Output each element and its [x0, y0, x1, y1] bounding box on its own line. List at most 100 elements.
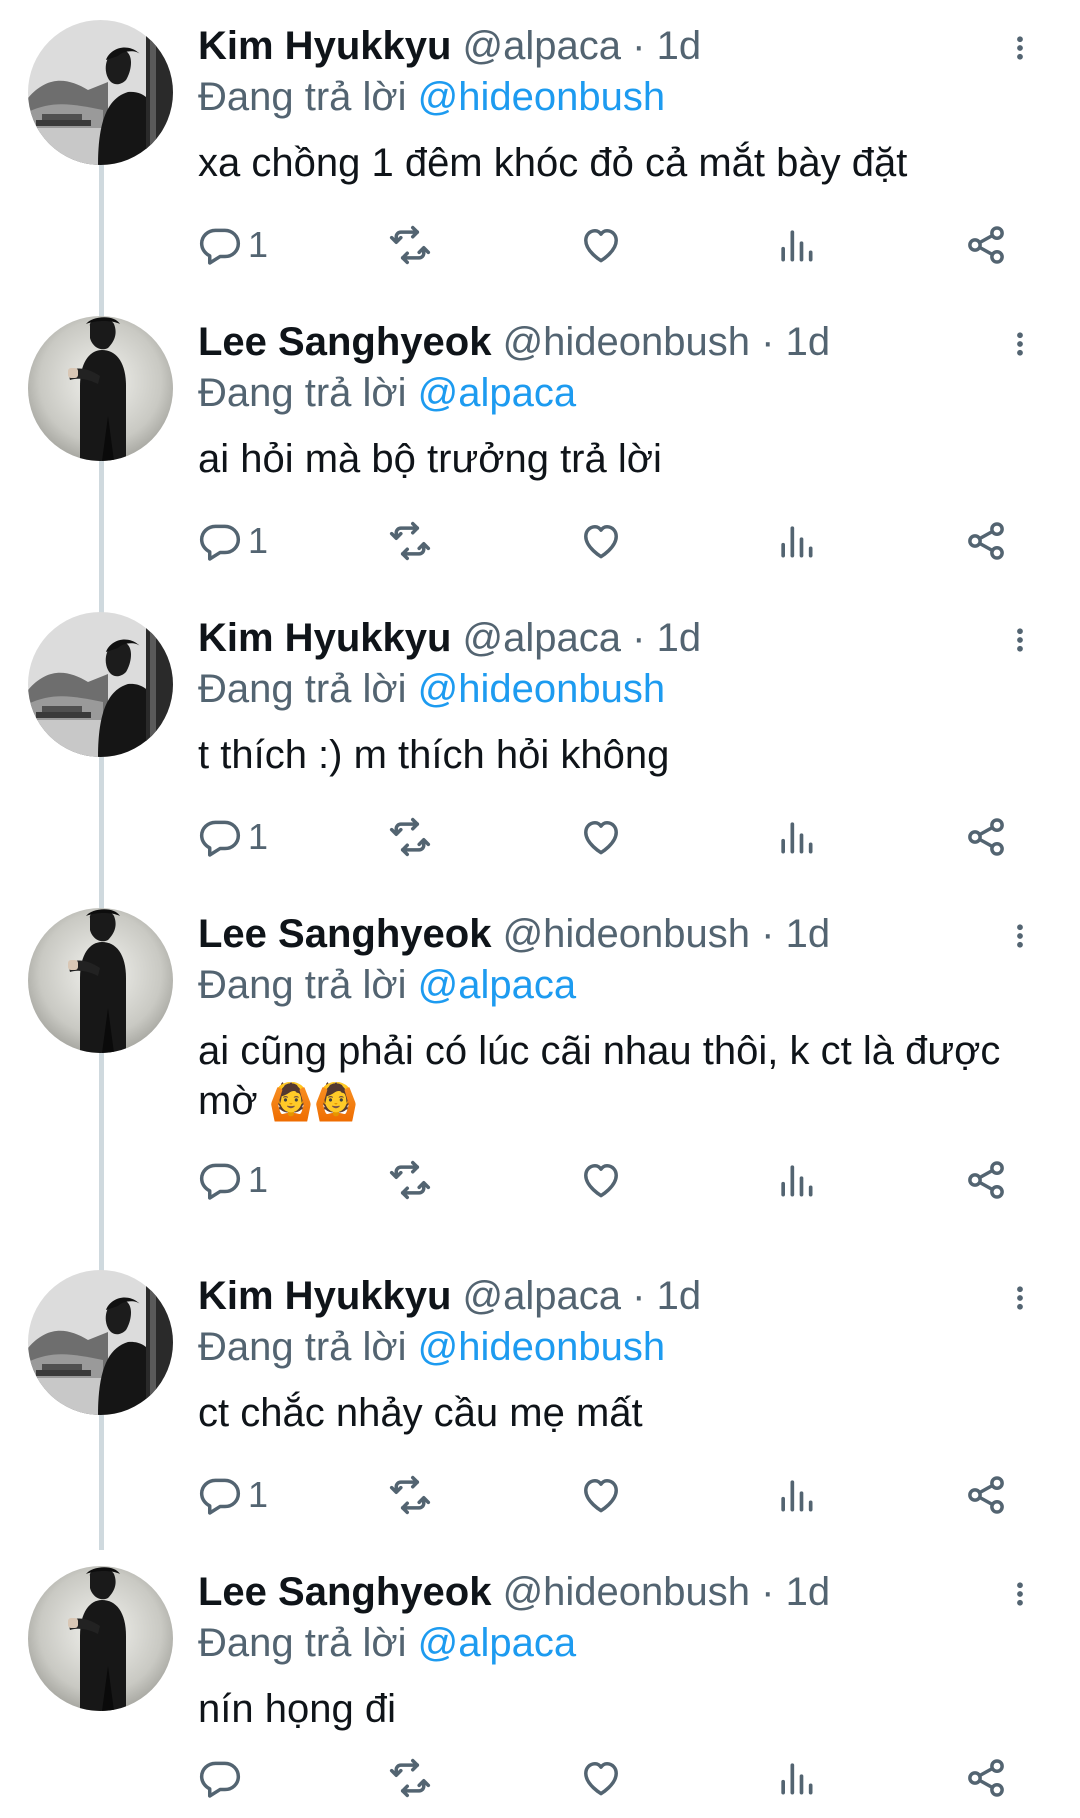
retweet-button[interactable] [388, 1748, 432, 1808]
replying-to-label: Đang trả lời [198, 667, 407, 711]
action-bar: 1 [198, 1465, 1018, 1525]
separator: · [761, 320, 775, 364]
share-button[interactable] [964, 215, 1008, 275]
replying-to-label: Đang trả lời [198, 1325, 407, 1369]
like-button[interactable] [579, 511, 623, 571]
reply-button[interactable]: 1 [198, 1465, 268, 1525]
separator: · [632, 24, 646, 68]
like-button[interactable] [579, 807, 623, 867]
retweet-icon [388, 223, 432, 267]
replying-to: Đang trả lời @hideonbush [198, 73, 665, 121]
user-handle[interactable]: @alpaca [463, 24, 621, 68]
share-button[interactable] [964, 807, 1008, 867]
share-button[interactable] [964, 1150, 1008, 1210]
share-button[interactable] [964, 511, 1008, 571]
views-chart-icon [774, 815, 818, 859]
tweet[interactable]: Kim Hyukkyu @alpaca · 1d Đang trả lời @h… [0, 1250, 1080, 1546]
more-options-button[interactable] [1005, 1276, 1035, 1320]
display-name[interactable]: Lee Sanghyeok [198, 912, 491, 956]
retweet-button[interactable] [388, 1150, 432, 1210]
heart-icon [579, 1756, 623, 1800]
more-options-button[interactable] [1005, 322, 1035, 366]
more-vertical-icon [1005, 322, 1035, 366]
tweet[interactable]: Lee Sanghyeok @hideonbush · 1d Đang trả … [0, 296, 1080, 592]
mention-link[interactable]: @alpaca [418, 1621, 576, 1665]
more-options-button[interactable] [1005, 26, 1035, 70]
replying-to-label: Đang trả lời [198, 963, 407, 1007]
retweet-button[interactable] [388, 1465, 432, 1525]
user-handle[interactable]: @alpaca [463, 1274, 621, 1318]
like-button[interactable] [579, 1748, 623, 1808]
share-button[interactable] [964, 1748, 1008, 1808]
user-handle[interactable]: @hideonbush [503, 1570, 750, 1614]
reply-button[interactable] [198, 1748, 248, 1808]
retweet-button[interactable] [388, 807, 432, 867]
tweet-header: Lee Sanghyeok @hideonbush · 1d [198, 1568, 830, 1616]
mention-link[interactable]: @alpaca [418, 371, 576, 415]
share-icon [964, 1473, 1008, 1517]
retweet-button[interactable] [388, 511, 432, 571]
views-button[interactable] [774, 1465, 818, 1525]
display-name[interactable]: Kim Hyukkyu [198, 24, 451, 68]
timestamp[interactable]: 1d [657, 24, 702, 68]
user-handle[interactable]: @hideonbush [503, 912, 750, 956]
user-handle[interactable]: @hideonbush [503, 320, 750, 364]
tweet-header: Kim Hyukkyu @alpaca · 1d [198, 1272, 701, 1320]
tweet[interactable]: Kim Hyukkyu @alpaca · 1d Đang trả lời @h… [0, 592, 1080, 888]
timestamp[interactable]: 1d [657, 1274, 702, 1318]
views-button[interactable] [774, 1150, 818, 1210]
avatar[interactable] [28, 908, 173, 1053]
avatar[interactable] [28, 316, 173, 461]
timestamp[interactable]: 1d [786, 320, 831, 364]
views-button[interactable] [774, 1748, 818, 1808]
mention-link[interactable]: @alpaca [418, 963, 576, 1007]
retweet-button[interactable] [388, 215, 432, 275]
share-icon [964, 223, 1008, 267]
timestamp[interactable]: 1d [786, 1570, 831, 1614]
display-name[interactable]: Lee Sanghyeok [198, 320, 491, 364]
avatar[interactable] [28, 1566, 173, 1711]
more-vertical-icon [1005, 1276, 1035, 1320]
action-bar: 1 [198, 215, 1018, 275]
mention-link[interactable]: @hideonbush [418, 75, 665, 119]
retweet-icon [388, 1756, 432, 1800]
more-options-button[interactable] [1005, 618, 1035, 662]
tweet-text: ct chắc nhảy cầu mẹ mất [198, 1391, 643, 1435]
tweet[interactable]: Lee Sanghyeok @hideonbush · 1d Đang trả … [0, 1546, 1080, 1818]
user-handle[interactable]: @alpaca [463, 616, 621, 660]
mention-link[interactable]: @hideonbush [418, 1325, 665, 1369]
display-name[interactable]: Kim Hyukkyu [198, 616, 451, 660]
like-button[interactable] [579, 1465, 623, 1525]
more-options-button[interactable] [1005, 1572, 1035, 1616]
reply-button[interactable]: 1 [198, 215, 268, 275]
reply-button[interactable]: 1 [198, 1150, 268, 1210]
avatar[interactable] [28, 20, 173, 165]
share-button[interactable] [964, 1465, 1008, 1525]
views-button[interactable] [774, 807, 818, 867]
tweet-header: Lee Sanghyeok @hideonbush · 1d [198, 910, 830, 958]
retweet-icon [388, 1158, 432, 1202]
heart-icon [579, 1158, 623, 1202]
like-button[interactable] [579, 215, 623, 275]
avatar[interactable] [28, 612, 173, 757]
tweet[interactable]: Kim Hyukkyu @alpaca · 1d Đang trả lời @h… [0, 0, 1080, 296]
avatar[interactable] [28, 1270, 173, 1415]
mention-link[interactable]: @hideonbush [418, 667, 665, 711]
like-button[interactable] [579, 1150, 623, 1210]
thread: Kim Hyukkyu @alpaca · 1d Đang trả lời @h… [0, 0, 1080, 1818]
tweet[interactable]: Lee Sanghyeok @hideonbush · 1d Đang trả … [0, 888, 1080, 1234]
reply-count: 1 [248, 1474, 269, 1515]
display-name[interactable]: Kim Hyukkyu [198, 1274, 451, 1318]
reply-bubble-icon [198, 519, 242, 563]
timestamp[interactable]: 1d [786, 912, 831, 956]
reply-button[interactable]: 1 [198, 807, 268, 867]
separator: · [632, 1274, 646, 1318]
more-options-button[interactable] [1005, 914, 1035, 958]
views-chart-icon [774, 1158, 818, 1202]
views-button[interactable] [774, 215, 818, 275]
timestamp[interactable]: 1d [657, 616, 702, 660]
views-button[interactable] [774, 511, 818, 571]
reply-button[interactable]: 1 [198, 511, 268, 571]
separator: · [761, 1570, 775, 1614]
display-name[interactable]: Lee Sanghyeok [198, 1570, 491, 1614]
